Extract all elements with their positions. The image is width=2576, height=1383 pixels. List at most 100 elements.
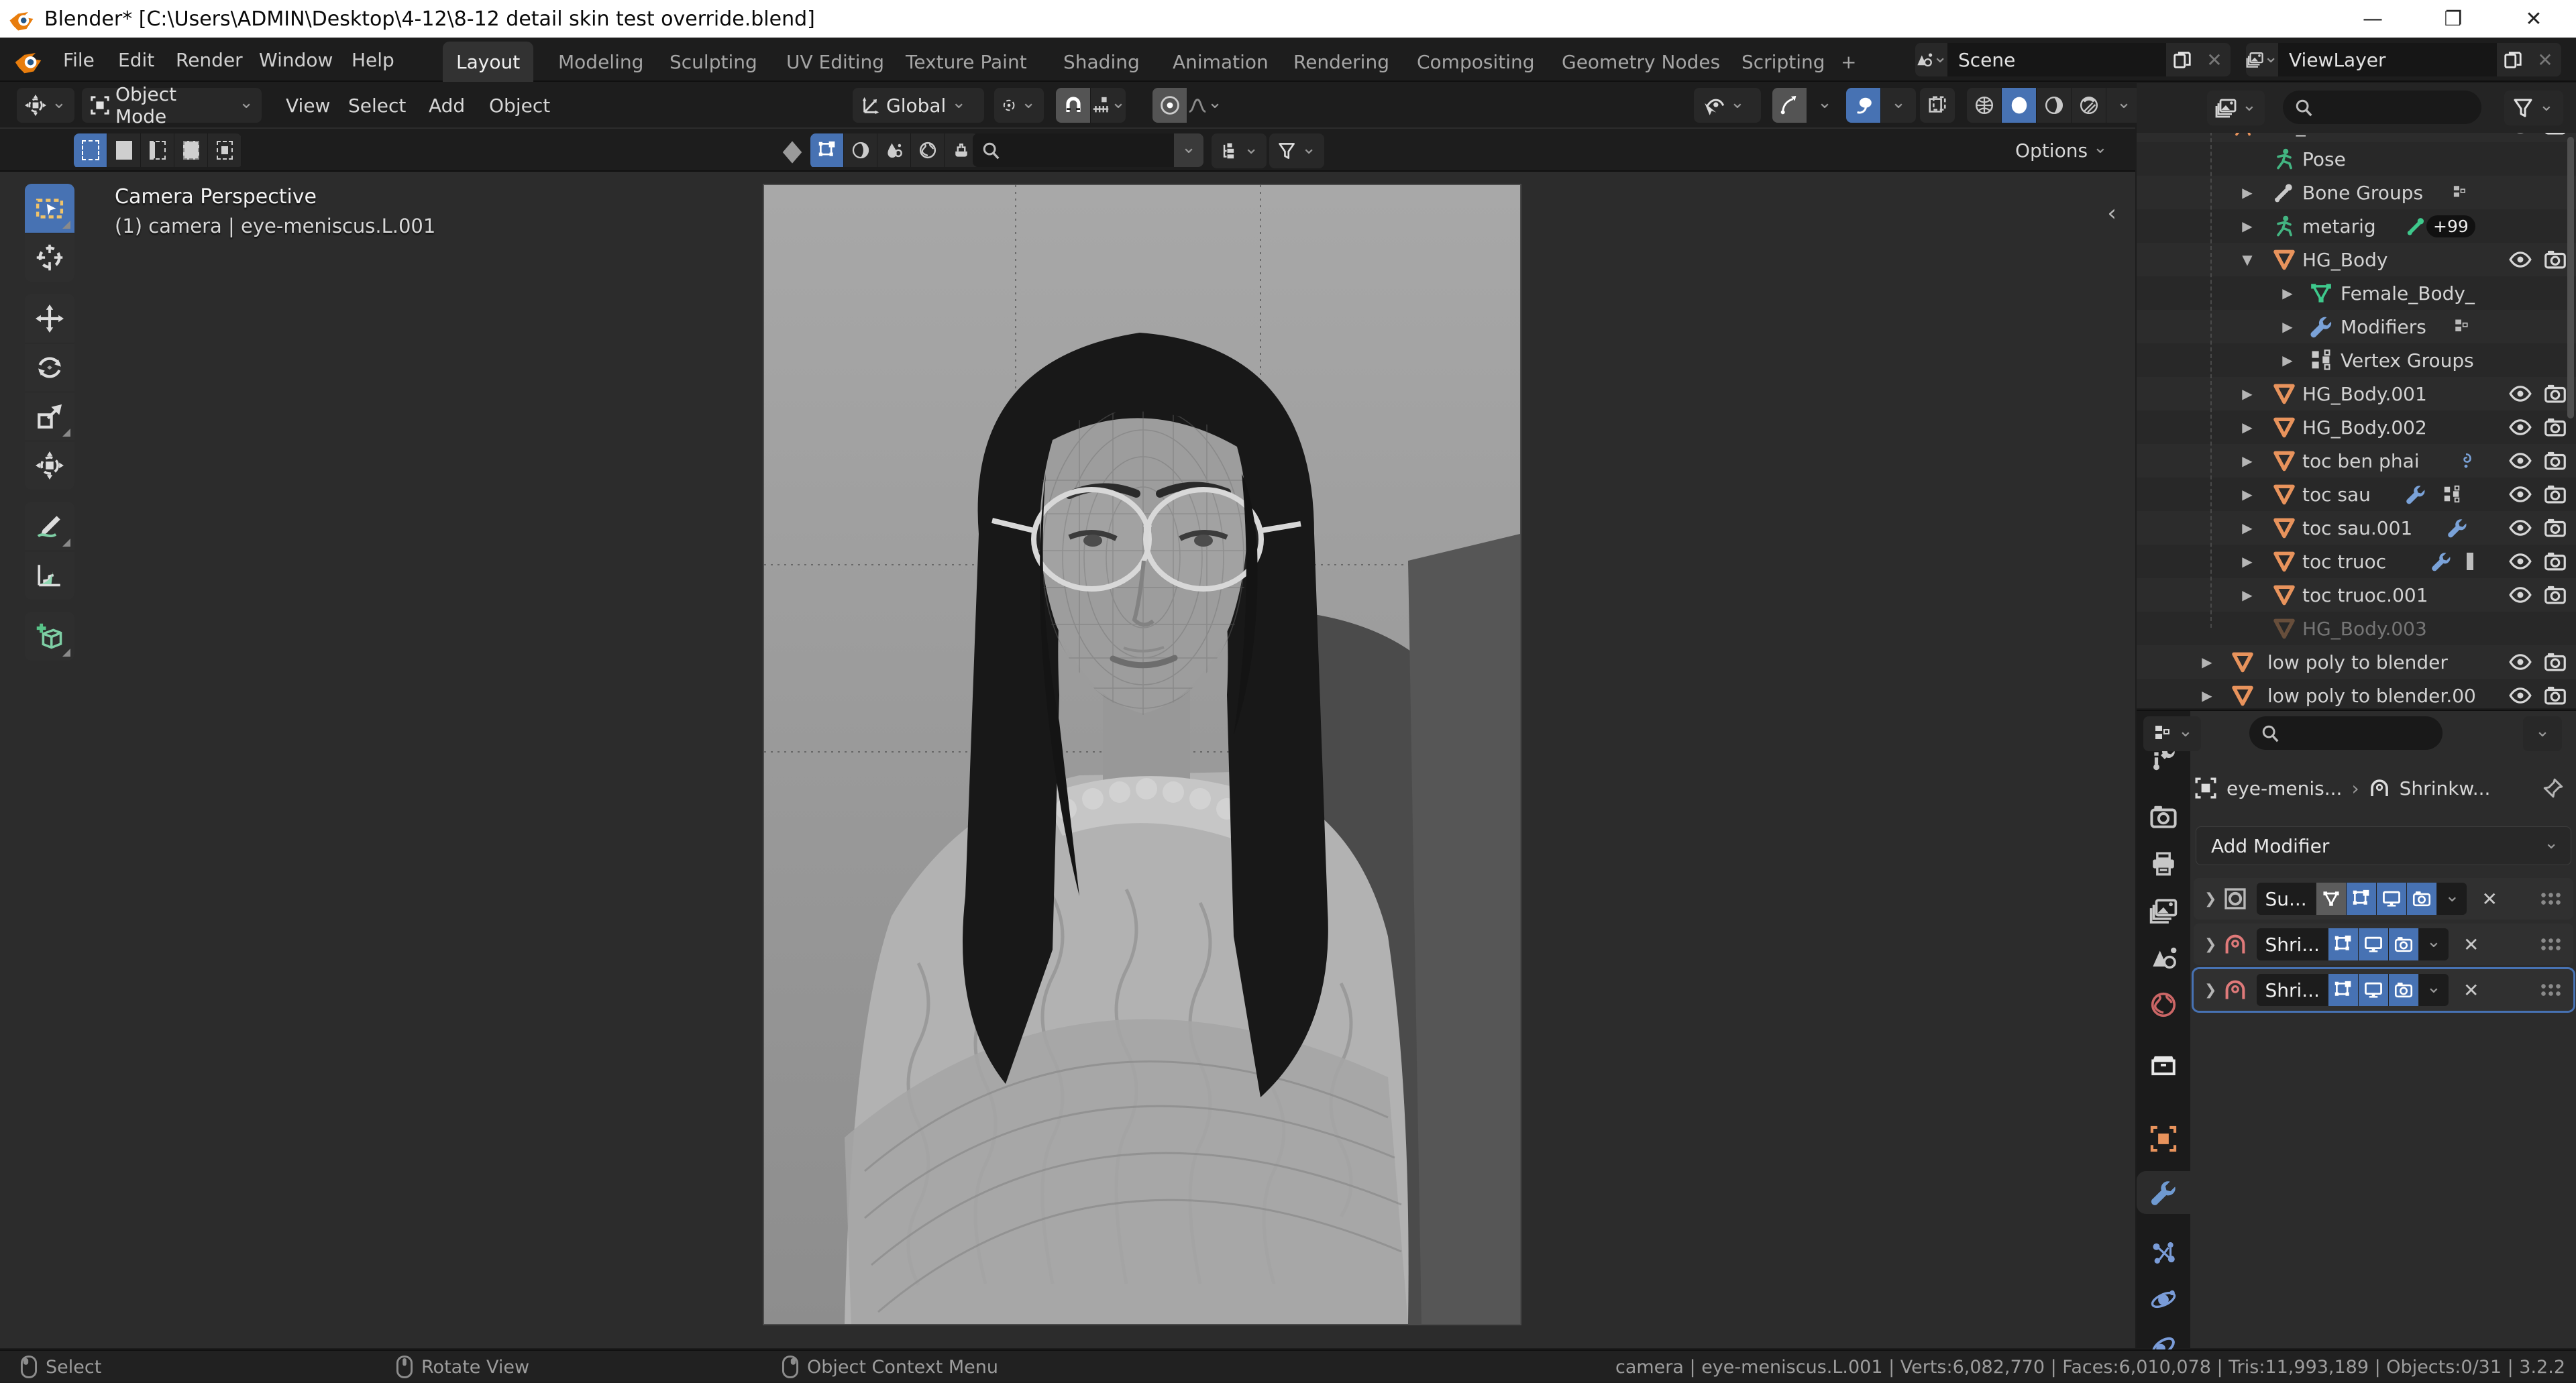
outliner-row-toc-sau[interactable]: ▶ toc sau — [2137, 478, 2576, 511]
pivot-point-dropdown[interactable] — [994, 88, 1044, 123]
viewlayer-remove-icon[interactable]: ✕ — [2529, 43, 2561, 76]
modifier-name-field[interactable]: Shri... — [2257, 928, 2328, 960]
scene-browse-icon[interactable] — [1915, 43, 1947, 76]
hide-eye-icon[interactable] — [2509, 684, 2532, 707]
tool-add-cube[interactable] — [25, 612, 74, 661]
tab-scene[interactable] — [2137, 936, 2190, 979]
display-mode-dropdown[interactable] — [1212, 133, 1267, 168]
menu-help[interactable]: Help — [342, 38, 404, 82]
viewlayer-name-field[interactable]: ViewLayer — [2278, 43, 2497, 76]
show-in-render-toggle[interactable] — [2406, 883, 2437, 915]
show-in-render-toggle[interactable] — [2387, 974, 2418, 1006]
filter-dropdown[interactable] — [1269, 133, 1324, 168]
tool-move[interactable] — [25, 294, 74, 343]
render-camera-icon[interactable] — [2544, 584, 2567, 606]
modifier-row-shrinkwrap-1[interactable]: ❯ Shri... ✕ — [2194, 924, 2573, 965]
hide-eye-icon[interactable] — [2509, 550, 2532, 573]
outliner-row-toc-sau-001[interactable]: ▶ toc sau.001 — [2137, 511, 2576, 545]
outliner-search-input[interactable] — [2283, 91, 2481, 124]
properties-editor-type-button[interactable] — [2143, 716, 2201, 751]
search-expand-button[interactable] — [1174, 133, 1203, 167]
tab-collection[interactable] — [2137, 1044, 2190, 1087]
hide-eye-icon[interactable] — [2509, 651, 2532, 673]
menu-render[interactable]: Render — [166, 38, 252, 82]
properties-search-input[interactable] — [2249, 716, 2443, 750]
render-camera-icon[interactable] — [2544, 550, 2567, 573]
viewport-menu-select[interactable]: Select — [339, 83, 415, 127]
outliner-filter-dropdown[interactable] — [2504, 91, 2563, 125]
tab-view-layer[interactable] — [2137, 889, 2190, 932]
blender-menu-icon[interactable] — [13, 46, 43, 75]
modifier-name-field[interactable]: Shri... — [2257, 974, 2328, 1006]
modifier-row-subdivision[interactable]: ❯ Su... ✕ — [2194, 878, 2573, 920]
tab-physics[interactable] — [2137, 1278, 2190, 1321]
shading-rendered-button[interactable] — [2072, 88, 2106, 123]
render-camera-icon[interactable] — [2544, 516, 2567, 539]
viewlayer-selector[interactable]: ViewLayer ✕ — [2246, 43, 2561, 76]
outliner-row-toc-ben-phai[interactable]: ▶ toc ben phai — [2137, 444, 2576, 478]
outliner-row-hg-body-002[interactable]: ▶ HG_Body.002 — [2137, 410, 2576, 444]
hide-eye-icon[interactable] — [2509, 416, 2532, 439]
overlays-toggle[interactable] — [1846, 88, 1881, 123]
tab-object[interactable] — [2137, 1117, 2190, 1160]
filter-texture-icon[interactable] — [877, 133, 911, 167]
hide-eye-icon[interactable] — [2509, 449, 2532, 472]
workspace-tab-texture-paint[interactable]: Texture Paint — [892, 42, 1040, 82]
menu-window[interactable]: Window — [250, 38, 342, 82]
tool-scale[interactable] — [25, 392, 74, 441]
viewport-menu-object[interactable]: Object — [480, 83, 559, 127]
tab-world[interactable] — [2137, 983, 2190, 1026]
render-camera-icon[interactable] — [2544, 382, 2567, 405]
workspace-tab-geometry-nodes[interactable]: Geometry Nodes — [1548, 42, 1733, 82]
outliner-display-mode-dropdown[interactable] — [2207, 91, 2265, 125]
modifier-extras-dropdown[interactable] — [2418, 928, 2449, 960]
tool-measure[interactable] — [25, 551, 74, 600]
editor-type-button[interactable] — [17, 88, 74, 123]
render-camera-icon[interactable] — [2544, 651, 2567, 673]
outliner-row-hg-body-003[interactable]: HG_Body.003 — [2137, 612, 2576, 645]
transform-orientation-dropdown[interactable]: Global — [853, 88, 984, 123]
expand-caret-icon[interactable]: ❯ — [2204, 891, 2216, 907]
show-in-render-toggle[interactable] — [2387, 928, 2418, 960]
hide-eye-icon[interactable] — [2509, 584, 2532, 606]
falloff-dropdown[interactable] — [1187, 88, 1222, 123]
delete-modifier-icon[interactable]: ✕ — [2463, 979, 2479, 1001]
shading-material-button[interactable] — [2037, 88, 2072, 123]
object-visibility-dropdown[interactable] — [1694, 88, 1761, 123]
render-camera-icon[interactable] — [2544, 248, 2567, 271]
breadcrumb-modifier[interactable]: Shrinkw... — [2400, 777, 2491, 799]
outliner-row-hg-body[interactable]: ▼ HG_Body — [2137, 243, 2576, 276]
render-camera-icon[interactable] — [2544, 416, 2567, 439]
tab-render[interactable] — [2137, 795, 2190, 838]
minimize-button[interactable]: — — [2334, 0, 2411, 38]
select-mode-invert-icon[interactable] — [174, 133, 208, 167]
viewport-menu-view[interactable]: View — [276, 83, 339, 127]
add-workspace-button[interactable]: + — [1827, 42, 1870, 82]
scene-selector[interactable]: Scene ✕ — [1915, 43, 2231, 76]
outliner-row-toc-truoc-001[interactable]: ▶ toc truoc.001 — [2137, 578, 2576, 612]
workspace-tab-animation[interactable]: Animation — [1159, 42, 1282, 82]
workspace-tab-sculpting[interactable]: Sculpting — [656, 42, 771, 82]
delete-modifier-icon[interactable]: ✕ — [2481, 888, 2497, 910]
sidebar-collapse-arrow[interactable]: ‹ — [2107, 200, 2116, 227]
outliner-row-toc-truoc[interactable]: ▶ toc truoc — [2137, 545, 2576, 578]
show-in-viewport-toggle[interactable] — [2357, 974, 2388, 1006]
render-camera-icon[interactable] — [2544, 483, 2567, 506]
hide-eye-icon[interactable] — [2509, 483, 2532, 506]
select-mode-extend-icon[interactable] — [107, 133, 141, 167]
workspace-tab-modeling[interactable]: Modeling — [545, 42, 657, 82]
tool-options-dropdown[interactable]: Options — [2006, 129, 2117, 172]
render-camera-icon[interactable] — [2544, 449, 2567, 472]
show-on-cage-toggle[interactable] — [2316, 883, 2347, 915]
close-button[interactable]: ✕ — [2496, 0, 2572, 38]
tool-annotate[interactable] — [25, 502, 74, 551]
proportional-edit-toggle[interactable] — [1152, 88, 1187, 123]
viewport-canvas[interactable]: Camera Perspective (1) camera | eye-meni… — [0, 173, 2135, 1348]
tool-cursor[interactable] — [25, 233, 74, 282]
outliner-row-low-poly[interactable]: ▶ low poly to blender — [2137, 645, 2576, 679]
scene-unlink-icon[interactable]: ✕ — [2198, 43, 2231, 76]
show-in-editmode-toggle[interactable] — [2346, 883, 2377, 915]
show-in-viewport-toggle[interactable] — [2357, 928, 2388, 960]
outliner-row-low-poly-001[interactable]: ▶ low poly to blender.00 — [2137, 679, 2576, 708]
tab-output[interactable] — [2137, 842, 2190, 885]
